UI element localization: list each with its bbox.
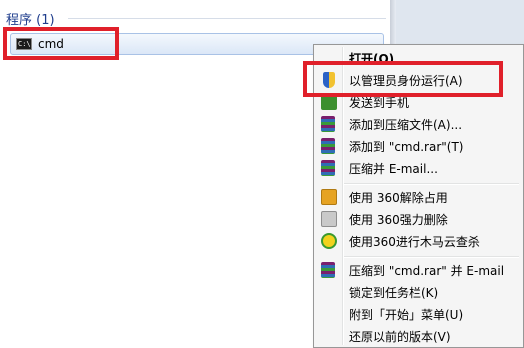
programs-section-header: 程序 (1) (6, 13, 55, 28)
360-scan-icon (321, 233, 337, 249)
360-shred-icon (321, 211, 337, 227)
menu-item-360-unlock[interactable]: 使用 360解除占用 (316, 186, 521, 208)
menu-item-label: 压缩并 E-mail... (349, 162, 438, 176)
menu-item-restore-previous-versions[interactable]: 还原以前的版本(V) (316, 325, 521, 347)
menu-item-compress-and-email[interactable]: 压缩并 E-mail... (316, 157, 521, 179)
menu-separator (344, 256, 519, 258)
menu-item-360-shred[interactable]: 使用 360强力删除 (316, 208, 521, 230)
menu-item-label: 还原以前的版本(V) (349, 330, 451, 344)
annotation-box-run-as-admin (303, 61, 503, 97)
menu-separator (344, 183, 519, 185)
menu-item-compress-cmd-rar-email[interactable]: 压缩到 "cmd.rar" 并 E-mail (316, 259, 521, 281)
winrar-icon (321, 116, 335, 132)
section-divider (68, 18, 386, 19)
menu-item-add-to-archive[interactable]: 添加到压缩文件(A)... (316, 113, 521, 135)
winrar-icon (321, 160, 335, 176)
winrar-icon (321, 262, 335, 278)
annotation-box-cmd (3, 27, 119, 60)
menu-item-360-scan[interactable]: 使用360进行木马云查杀 (316, 230, 521, 252)
360-unlock-icon (321, 189, 337, 205)
menu-item-label: 使用 360强力删除 (349, 213, 448, 227)
menu-item-label: 使用 360解除占用 (349, 191, 448, 205)
menu-item-label: 压缩到 "cmd.rar" 并 E-mail (349, 264, 505, 278)
winrar-icon (321, 138, 335, 154)
menu-item-label: 锁定到任务栏(K) (349, 286, 439, 300)
menu-item-label: 附到「开始」菜单(U) (349, 308, 464, 322)
menu-item-label: 添加到 "cmd.rar"(T) (349, 140, 464, 154)
menu-item-pin-to-taskbar[interactable]: 锁定到任务栏(K) (316, 281, 521, 303)
menu-item-pin-to-start[interactable]: 附到「开始」菜单(U) (316, 303, 521, 325)
menu-item-label: 添加到压缩文件(A)... (349, 118, 463, 132)
menu-item-label: 使用360进行木马云查杀 (349, 235, 480, 249)
menu-item-add-to-cmd-rar[interactable]: 添加到 "cmd.rar"(T) (316, 135, 521, 157)
